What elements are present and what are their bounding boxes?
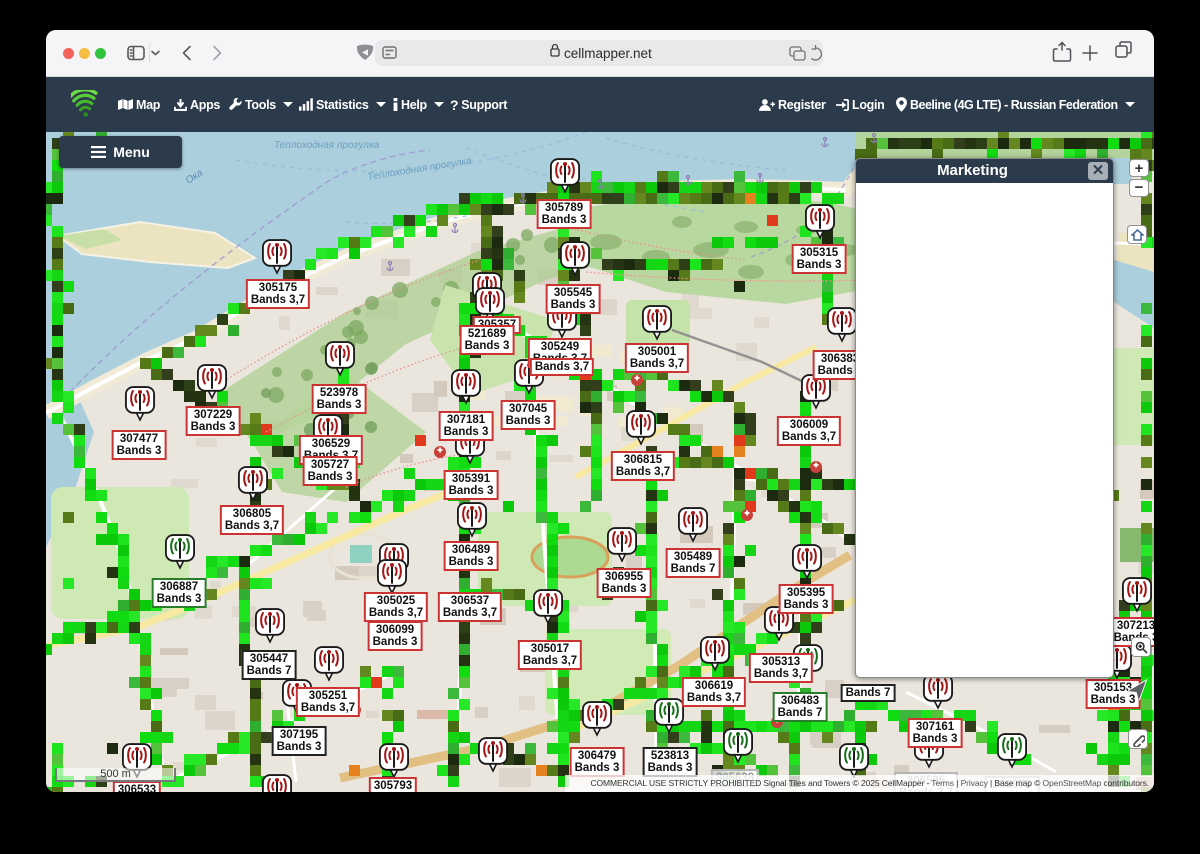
svg-text:cellmapper.net: cellmapper.net	[564, 46, 652, 61]
svg-text:Теплоходная прогулка: Теплоходная прогулка	[274, 140, 380, 151]
